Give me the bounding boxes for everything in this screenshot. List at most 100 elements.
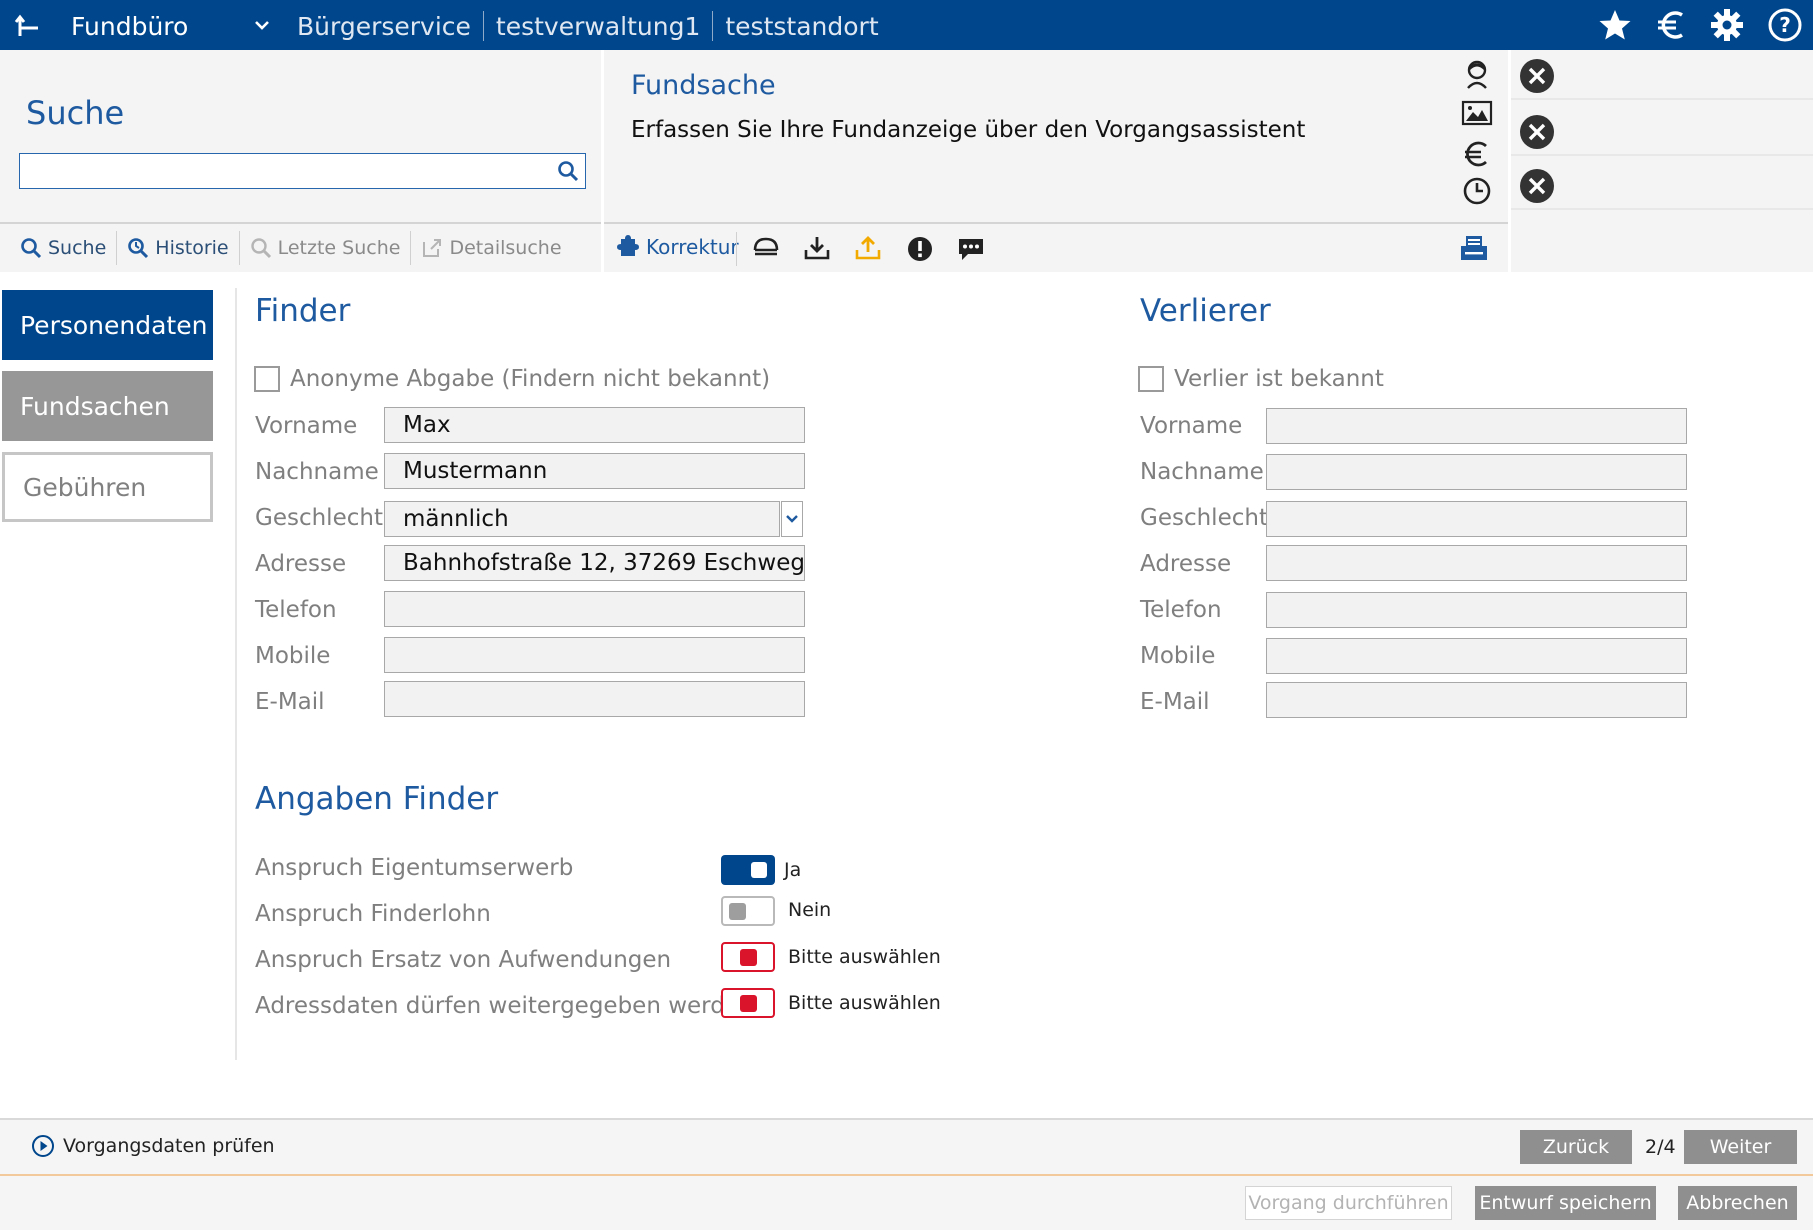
finder-email-field[interactable] [384,681,805,717]
stamp-icon[interactable] [751,234,781,264]
verlierer-geschlecht-field[interactable] [1266,501,1687,537]
back-arrow-icon[interactable] [14,10,44,40]
finderlohn-toggle[interactable] [721,896,775,926]
finder-telefon-field[interactable] [384,591,805,627]
toggle-knob [729,903,746,920]
euro-icon[interactable] [1460,137,1494,171]
play-circle-icon [32,1135,54,1157]
puzzle-icon [617,235,639,256]
euro-icon[interactable] [1654,7,1690,43]
breadcrumb: Bürgerservice testverwaltung1 teststando… [297,11,879,41]
divider [0,1174,1813,1176]
close-panel [1511,50,1813,272]
geschlecht-dropdown-button[interactable] [781,501,803,537]
anonymous-checkbox[interactable] [254,366,280,392]
toggle-knob [740,949,757,966]
toolbar-separator [736,232,737,266]
verlierer-nachname-field[interactable] [1266,454,1687,490]
aufwendungen-toggle[interactable] [721,942,775,972]
search-button-label: Suche [48,237,107,259]
finder-title: Finder [255,293,351,329]
close-icon[interactable] [1519,114,1555,150]
entwurf-speichern-button[interactable]: Entwurf speichern [1475,1186,1656,1220]
eigentumserwerb-toggle[interactable] [721,855,775,885]
breadcrumb-item-verwaltung[interactable]: testverwaltung1 [496,12,700,41]
search-button[interactable]: Suche [20,237,106,259]
finder-vorname-field[interactable]: Max [384,407,805,443]
vorgangsdaten-pruefen-button[interactable]: Vorgangsdaten prüfen [31,1134,275,1158]
close-row [1511,160,1813,210]
external-link-icon [423,239,442,257]
verlierer-nachname-label: Nachname [1140,459,1264,485]
detail-search-label: Detailsuche [449,237,562,259]
finder-nachname-field[interactable]: Mustermann [384,453,805,489]
verlierer-telefon-field[interactable] [1266,592,1687,628]
finder-mobile-field[interactable] [384,637,805,673]
print-icon[interactable] [1459,234,1489,264]
page-indicator: 2/4 [1645,1136,1676,1158]
clock-icon[interactable] [1460,174,1494,208]
chevron-down-icon[interactable] [253,16,271,34]
korrektur-label: Korrektur [646,235,739,259]
download-icon[interactable] [802,234,832,264]
history-button-label: Historie [155,237,229,259]
help-icon[interactable]: ? [1767,7,1803,43]
finder-telefon-label: Telefon [255,597,337,623]
alert-icon[interactable] [905,234,935,264]
verlierer-title: Verlierer [1140,293,1271,329]
search-toolbar: Suche Historie Letzte Suche Detailsuche [0,222,601,272]
history-button[interactable]: Historie [127,237,229,259]
toggle-knob [740,995,757,1012]
verlierer-known-checkbox[interactable] [1138,366,1164,392]
abbrechen-button[interactable]: Abbrechen [1678,1186,1797,1220]
verlierer-adresse-field[interactable] [1266,545,1687,581]
divider [235,288,237,1060]
detail-search-button[interactable]: Detailsuche [421,237,562,259]
breadcrumb-separator [482,11,484,41]
search-icon[interactable] [557,160,579,182]
bottom-bar: Vorgangsdaten prüfen Zurück 2/4 Weiter V… [0,1118,1813,1230]
verlierer-email-label: E-Mail [1140,689,1210,715]
verlierer-mobile-field[interactable] [1266,638,1687,674]
fundsache-description: Erfassen Sie Ihre Fundanzeige über den V… [631,117,1306,143]
finder-geschlecht-select[interactable]: männlich [384,501,780,537]
comment-icon[interactable] [956,234,986,264]
search-icon [21,238,42,259]
gear-icon[interactable] [1709,7,1745,43]
breadcrumb-item-buergerservice[interactable]: Bürgerservice [297,12,471,41]
search-title: Suche [26,94,125,132]
zurueck-button[interactable]: Zurück [1520,1130,1632,1164]
adressdaten-value: Bitte auswählen [788,992,941,1014]
finder-adresse-label: Adresse [255,551,347,577]
search-box[interactable] [19,153,586,189]
close-icon[interactable] [1519,58,1555,94]
vorgang-durchfuehren-button[interactable]: Vorgang durchführen [1245,1186,1452,1220]
eigentumserwerb-label: Anspruch Eigentumserwerb [255,855,574,881]
upload-icon[interactable] [853,234,883,264]
finder-mobile-label: Mobile [255,643,331,669]
star-icon[interactable] [1597,7,1633,43]
weiter-button[interactable]: Weiter [1684,1130,1797,1164]
finder-adresse-field[interactable]: Bahnhofstraße 12, 37269 Eschwege [384,545,805,581]
verlierer-email-field[interactable] [1266,682,1687,718]
finder-email-label: E-Mail [255,689,325,715]
last-search-button[interactable]: Letzte Suche [250,237,401,259]
nav-fundsachen[interactable]: Fundsachen [2,371,213,441]
finder-nachname-label: Nachname [255,459,379,485]
vorgangsdaten-pruefen-label: Vorgangsdaten prüfen [63,1135,275,1157]
last-search-label: Letzte Suche [277,237,401,259]
toggle-knob [751,862,767,878]
app-title[interactable]: Fundbüro [71,12,188,41]
person-icon[interactable] [1460,58,1494,92]
nav-personendaten[interactable]: Personendaten [2,290,213,360]
close-icon[interactable] [1519,168,1555,204]
verlierer-known-label: Verlier ist bekannt [1174,366,1384,392]
breadcrumb-item-standort[interactable]: teststandort [725,12,878,41]
search-input[interactable] [28,158,548,184]
adressdaten-toggle[interactable] [721,988,775,1018]
aufwendungen-label: Anspruch Ersatz von Aufwendungen [255,947,672,973]
korrektur-button[interactable]: Korrektur [616,234,739,260]
image-icon[interactable] [1460,96,1494,130]
nav-gebuehren[interactable]: Gebühren [2,452,213,522]
verlierer-vorname-field[interactable] [1266,408,1687,444]
